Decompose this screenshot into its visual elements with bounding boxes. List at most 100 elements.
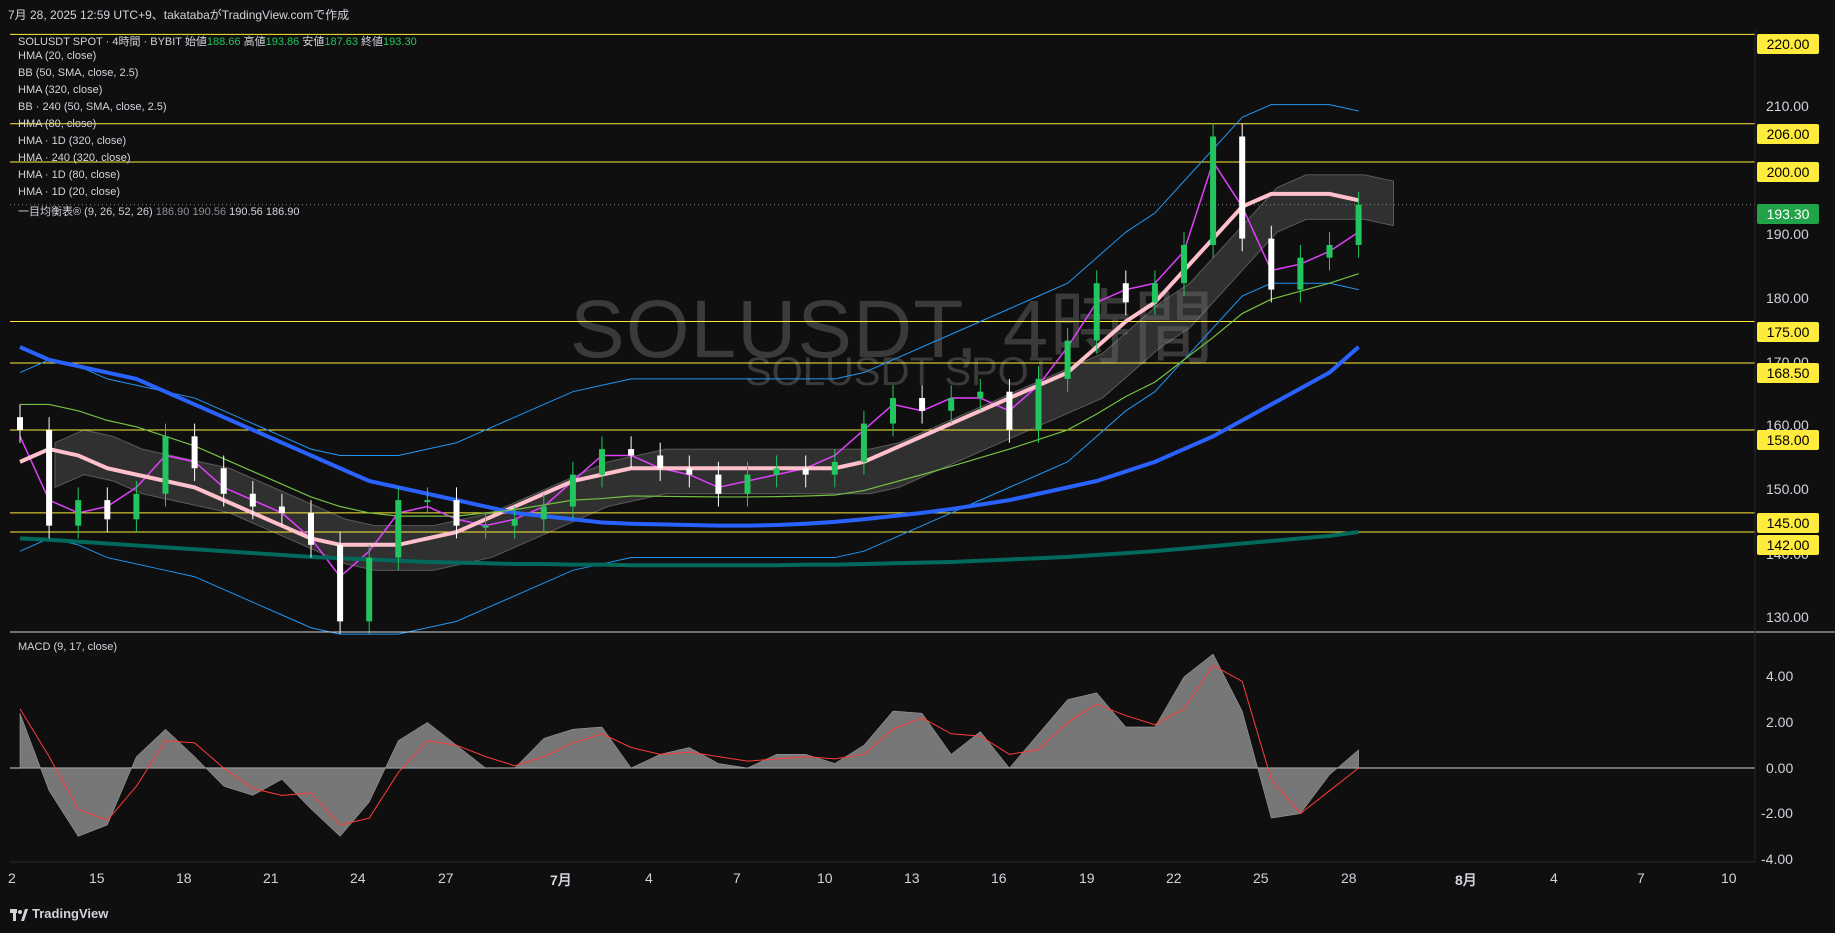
- candle-body: [1006, 391, 1013, 430]
- ichimoku-label: 一目均衡表® (9, 26, 52, 26): [18, 206, 153, 218]
- price-level-tag[interactable]: 142.00: [1757, 535, 1819, 555]
- time-axis-label: 16: [991, 870, 1007, 886]
- legend-indicator[interactable]: HMA · 1D (320, close): [18, 135, 126, 147]
- price-axis-label: 150.00: [1766, 481, 1809, 497]
- time-axis-label: 28: [1341, 870, 1357, 886]
- time-axis-label: 25: [1253, 870, 1269, 886]
- time-axis-label: 22: [1166, 870, 1182, 886]
- time-axis-label: 24: [350, 870, 366, 886]
- ichimoku-value: 186.90: [155, 206, 190, 218]
- candle-body: [773, 468, 780, 475]
- candle-body: [919, 398, 926, 411]
- time-axis-label: 8月: [1455, 872, 1477, 888]
- time-axis-label: 2: [8, 870, 16, 886]
- candle-body: [249, 493, 256, 507]
- tradingview-logo-icon: [10, 908, 28, 921]
- legend-indicator[interactable]: BB · 240 (50, SMA, close, 2.5): [18, 101, 167, 113]
- legend-indicator[interactable]: HMA · 240 (320, close): [18, 152, 131, 164]
- legend-indicator[interactable]: HMA · 1D (20, close): [18, 186, 120, 198]
- candle-body: [948, 398, 955, 411]
- candle-body: [1122, 283, 1129, 303]
- legend-indicator[interactable]: HMA (320, close): [18, 84, 102, 96]
- legend-indicator[interactable]: HMA (20, close): [18, 50, 96, 62]
- price-level-tag[interactable]: 175.00: [1757, 322, 1819, 342]
- candle-body: [1064, 340, 1071, 379]
- candle-body: [1355, 204, 1362, 245]
- time-axis-label: 27: [438, 870, 454, 886]
- candle-body: [1326, 244, 1333, 258]
- time-axis-label: 13: [904, 870, 920, 886]
- tradingview-brand[interactable]: TradingView: [10, 906, 108, 921]
- candle-body: [337, 544, 344, 622]
- time-axis-label: 19: [1079, 870, 1095, 886]
- ichimoku-value: 190.56: [229, 206, 263, 218]
- time-axis-label: 4: [645, 870, 653, 886]
- candle-body: [802, 468, 809, 475]
- legend-high-label: 高値: [243, 36, 266, 48]
- legend-open-label: 始値: [184, 36, 207, 48]
- candle-body: [715, 474, 722, 494]
- time-axis-label: 10: [817, 870, 833, 886]
- candle-body: [104, 500, 111, 520]
- legend-symbol: SOLUSDT SPOT · 4時間 · BYBIT: [18, 36, 182, 48]
- candle-body: [46, 429, 53, 526]
- candle-body: [890, 398, 896, 424]
- candle-body: [1181, 244, 1187, 284]
- candle-body: [599, 449, 605, 475]
- legend-symbol-line[interactable]: SOLUSDT SPOT · 4時間 · BYBIT 始値188.66 高値 19…: [18, 33, 417, 49]
- candle-body: [75, 500, 82, 526]
- candle-body: [657, 455, 664, 469]
- macd-axis-label: 0.00: [1766, 760, 1794, 776]
- candle-body: [482, 525, 489, 528]
- candle-body: [133, 493, 140, 520]
- ichimoku-value: 186.90: [265, 206, 300, 218]
- legend-indicator[interactable]: HMA (80, close): [18, 118, 96, 130]
- candle-body: [831, 461, 838, 475]
- time-axis-label: 10: [1721, 870, 1737, 886]
- ichimoku-value: 190.56: [192, 206, 227, 218]
- candle-body: [540, 506, 547, 520]
- legend-close-label: 終値: [361, 36, 384, 48]
- legend-indicator[interactable]: BB (50, SMA, close, 2.5): [18, 67, 138, 79]
- macd-axis-label: -4.00: [1761, 851, 1793, 867]
- candle-body: [453, 500, 460, 526]
- legend-close: 193.30: [383, 36, 417, 48]
- time-axis-label: 21: [263, 870, 279, 886]
- time-axis-label: 15: [89, 870, 105, 886]
- price-axis-label: 130.00: [1766, 609, 1809, 625]
- hma20-line: [19, 160, 1360, 578]
- chart-canvas[interactable]: [0, 0, 1835, 933]
- price-level-tag[interactable]: 158.00: [1757, 430, 1819, 450]
- macd-axis-label: 2.00: [1766, 714, 1794, 730]
- time-axis-label: 7月: [550, 872, 572, 888]
- candle-body: [1210, 136, 1217, 245]
- current-price-tag[interactable]: 193.30: [1757, 204, 1819, 224]
- price-level-tag[interactable]: 220.00: [1757, 34, 1819, 54]
- price-level-tag[interactable]: 145.00: [1757, 513, 1819, 533]
- candle-body: [628, 449, 635, 456]
- cloud-band: [54, 174, 1395, 571]
- time-axis-label: 7: [1637, 870, 1645, 886]
- legend-ichimoku[interactable]: 一目均衡表® (9, 26, 52, 26) 186.90 190.56 190…: [18, 203, 300, 219]
- candle-body: [511, 519, 518, 526]
- candle-body: [569, 474, 576, 507]
- candle-body: [191, 436, 198, 469]
- hma-1d-320-line: [19, 530, 1359, 568]
- candle-body: [1297, 257, 1304, 290]
- legend-indicator[interactable]: HMA · 1D (80, close): [18, 169, 120, 181]
- price-level-tag[interactable]: 206.00: [1757, 124, 1819, 144]
- candle-body: [686, 468, 693, 475]
- candle-body: [1268, 238, 1275, 290]
- time-axis-label: 4: [1550, 870, 1558, 886]
- macd-histogram-area: [19, 653, 1359, 837]
- macd-axis-label: 4.00: [1766, 668, 1794, 684]
- legend-macd[interactable]: MACD (9, 17, close): [18, 641, 117, 653]
- candle-body: [278, 506, 285, 513]
- candle-body: [1035, 378, 1042, 430]
- price-level-tag[interactable]: 200.00: [1757, 162, 1819, 182]
- indicator-lines: [19, 104, 1360, 635]
- legend-open: 188.66: [206, 36, 241, 48]
- candle-body: [1093, 283, 1100, 341]
- price-level-tag[interactable]: 168.50: [1757, 363, 1819, 383]
- price-axis-label: 180.00: [1766, 290, 1809, 306]
